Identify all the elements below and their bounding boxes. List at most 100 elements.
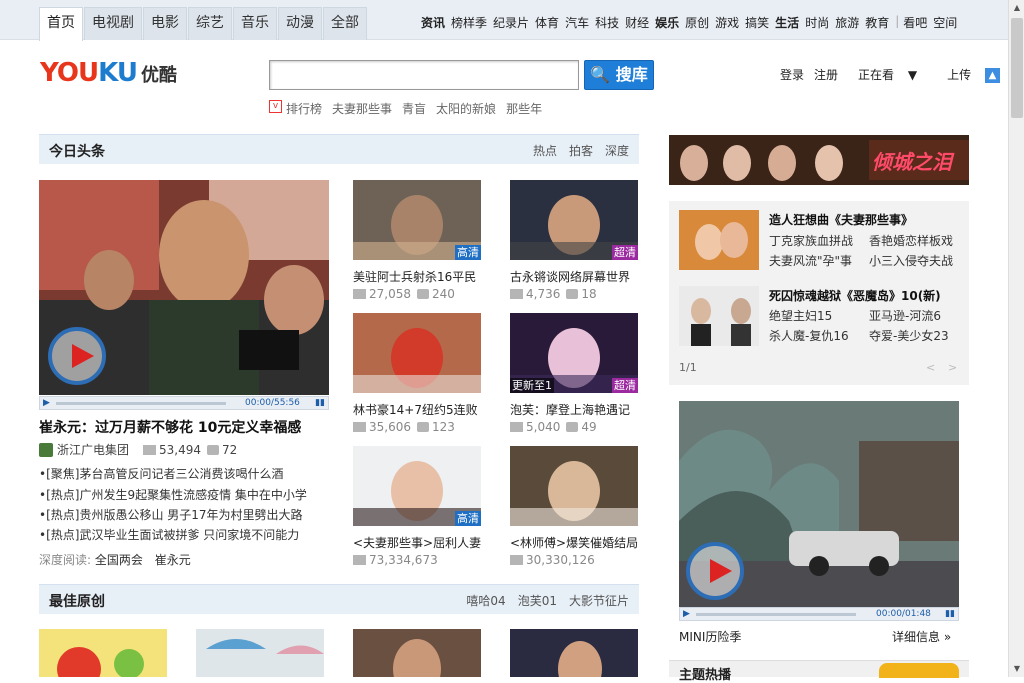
recommend-link[interactable]: 香艳婚恋样板戏 — [869, 232, 953, 249]
deep-link[interactable]: 全国两会 — [95, 553, 143, 567]
recommend-link[interactable]: 夺爱-美少女23 — [869, 327, 949, 344]
tab-tv[interactable]: 电视剧 — [84, 7, 142, 40]
play-button-icon[interactable] — [48, 327, 106, 385]
hot-link[interactable]: 夫妻那些事 — [332, 100, 392, 117]
video-thumbnail[interactable] — [353, 313, 481, 393]
scroll-up-icon[interactable]: ▲ — [1009, 0, 1024, 16]
video-caption[interactable]: 古永锵谈网络屏幕世界 — [510, 268, 630, 285]
video-caption[interactable]: 美驻阿士兵射杀16平民 — [353, 268, 476, 285]
tab-all[interactable]: 全部 — [323, 7, 367, 40]
channel-link[interactable]: 资讯 — [421, 14, 445, 31]
recommend-link[interactable]: 绝望主妇15 — [769, 307, 832, 324]
next-icon[interactable]: > — [948, 361, 957, 374]
detail-link[interactable]: 详细信息 » — [892, 628, 951, 645]
promo-banner[interactable]: 倾城之泪 — [669, 135, 969, 185]
tab-music[interactable]: 音乐 — [233, 7, 277, 40]
play-icon[interactable]: ▶ — [683, 609, 690, 619]
recommend-thumbnail[interactable] — [679, 286, 759, 346]
hot-link[interactable]: 排行榜 — [286, 100, 322, 117]
progress-bar[interactable] — [56, 402, 226, 405]
page-scrollbar[interactable]: ▲ ▼ — [1008, 0, 1024, 677]
progress-bar[interactable] — [696, 613, 856, 616]
comment-icon — [566, 289, 579, 299]
volume-icon[interactable]: ▮▮ — [315, 398, 325, 408]
news-item[interactable]: •[聚焦]茅台高管反问记者三公消费该喝什么酒 — [39, 465, 283, 482]
news-item[interactable]: •[热点]贵州版愚公移山 男子17年为村里劈出大路 — [39, 506, 303, 523]
video-caption[interactable]: 泡芙：摩登上海艳遇记 — [510, 401, 630, 418]
video-stats: 4,736 18 — [510, 287, 597, 301]
main-tabs: 首页 电视剧 电影 综艺 音乐 动漫 全部 — [39, 7, 368, 41]
recommend-thumbnail[interactable] — [679, 210, 759, 270]
video-thumbnail[interactable] — [510, 446, 638, 526]
channel-link[interactable]: 旅游 — [835, 14, 859, 31]
recommend-link[interactable]: 丁克家族血拼战 — [769, 232, 853, 249]
main-headline[interactable]: 崔永元：过万月薪不够花 10元定义幸福感 — [39, 417, 301, 437]
video-caption[interactable]: 林书豪14+7纽约5连败 — [353, 401, 478, 418]
news-item[interactable]: •[热点]武汉毕业生面试被拼爹 只问家境不问能力 — [39, 526, 299, 543]
channel-link[interactable]: 科技 — [595, 14, 619, 31]
channel-link[interactable]: 娱乐 — [655, 14, 679, 31]
section-link[interactable]: 泡芙01 — [518, 592, 557, 609]
channel-link[interactable]: 榜样季 — [451, 14, 487, 31]
channel-link[interactable]: 生活 — [775, 14, 799, 31]
tab-home[interactable]: 首页 — [39, 7, 83, 41]
original-thumbnail[interactable] — [196, 629, 324, 677]
channel-link[interactable]: 汽车 — [565, 14, 589, 31]
section-link[interactable]: 深度 — [605, 142, 629, 159]
recommend-link[interactable]: 亚马逊-河流6 — [869, 307, 941, 324]
channel-link[interactable]: 时尚 — [805, 14, 829, 31]
channel-link[interactable]: 教育 — [865, 14, 889, 31]
news-item[interactable]: •[热点]广州发生9起聚集性流感疫情 集中在中小学 — [39, 486, 307, 503]
video-thumbnail[interactable]: 超清 更新至1 — [510, 313, 638, 393]
section-link[interactable]: 大影节征片 — [569, 592, 629, 609]
search-button[interactable]: 🔍 搜库 — [584, 60, 654, 90]
hot-link[interactable]: 太阳的新娘 — [436, 100, 496, 117]
recommend-title[interactable]: 死囚惊魂越狱《恶魔岛》10(新) — [769, 287, 941, 304]
original-thumbnail[interactable] — [353, 629, 481, 677]
recommend-link[interactable]: 小三入侵夺夫战 — [869, 252, 953, 269]
extra-link[interactable]: 看吧 — [903, 14, 927, 31]
scroll-down-icon[interactable]: ▼ — [1009, 661, 1024, 677]
channel-link[interactable]: 纪录片 — [493, 14, 529, 31]
section-link[interactable]: 拍客 — [569, 142, 593, 159]
original-thumbnail[interactable] — [39, 629, 167, 677]
prev-icon[interactable]: < — [926, 361, 935, 374]
original-thumbnail[interactable] — [510, 629, 638, 677]
video-controls[interactable]: ▶ 00:00/55:56 ▮▮ — [39, 396, 329, 410]
channel-link[interactable]: 原创 — [685, 14, 709, 31]
extra-link[interactable]: 空间 — [933, 14, 957, 31]
tab-movie[interactable]: 电影 — [143, 7, 187, 40]
recommend-title[interactable]: 造人狂想曲《夫妻那些事》 — [769, 211, 913, 228]
recommend-link[interactable]: 杀人魔-复仇16 — [769, 327, 849, 344]
source-name[interactable]: 浙江广电集团 — [57, 441, 129, 458]
section-link[interactable]: 嘻哈04 — [466, 592, 505, 609]
tab-anime[interactable]: 动漫 — [278, 7, 322, 40]
side-video-controls[interactable]: ▶ 00:00/01:48 ▮▮ — [679, 607, 959, 621]
watching-dropdown[interactable]: 正在看 ▼ — [858, 66, 927, 83]
channel-link[interactable]: 游戏 — [715, 14, 739, 31]
channel-link[interactable]: 体育 — [535, 14, 559, 31]
register-link[interactable]: 注册 — [814, 66, 838, 83]
hot-link[interactable]: 青盲 — [402, 100, 426, 117]
video-thumbnail[interactable]: 超清 — [510, 180, 638, 260]
deep-link[interactable]: 崔永元 — [155, 553, 191, 567]
volume-icon[interactable]: ▮▮ — [945, 609, 955, 619]
video-caption[interactable]: <夫妻那些事>屈利人妻 — [353, 534, 481, 551]
login-link[interactable]: 登录 — [780, 66, 804, 83]
video-thumbnail[interactable]: 高清 — [353, 180, 481, 260]
hot-link[interactable]: 那些年 — [506, 100, 542, 117]
side-video-caption[interactable]: MINI历险季 — [679, 628, 741, 645]
youku-logo[interactable]: YOUKU 优酷 — [40, 58, 177, 88]
search-input[interactable] — [269, 60, 579, 90]
play-icon[interactable]: ▶ — [43, 398, 50, 408]
channel-link[interactable]: 财经 — [625, 14, 649, 31]
upload-link[interactable]: 上传 ▲ — [947, 66, 1010, 83]
section-link[interactable]: 热点 — [533, 142, 557, 159]
channel-link[interactable]: 搞笑 — [745, 14, 769, 31]
play-button-icon[interactable] — [686, 542, 744, 600]
video-caption[interactable]: <林师傅>爆笑催婚结局 — [510, 534, 638, 551]
recommend-link[interactable]: 夫妻风流"孕"事 — [769, 252, 852, 269]
video-thumbnail[interactable]: 高清 — [353, 446, 481, 526]
play-count-icon — [510, 422, 523, 432]
tab-variety[interactable]: 综艺 — [188, 7, 232, 40]
